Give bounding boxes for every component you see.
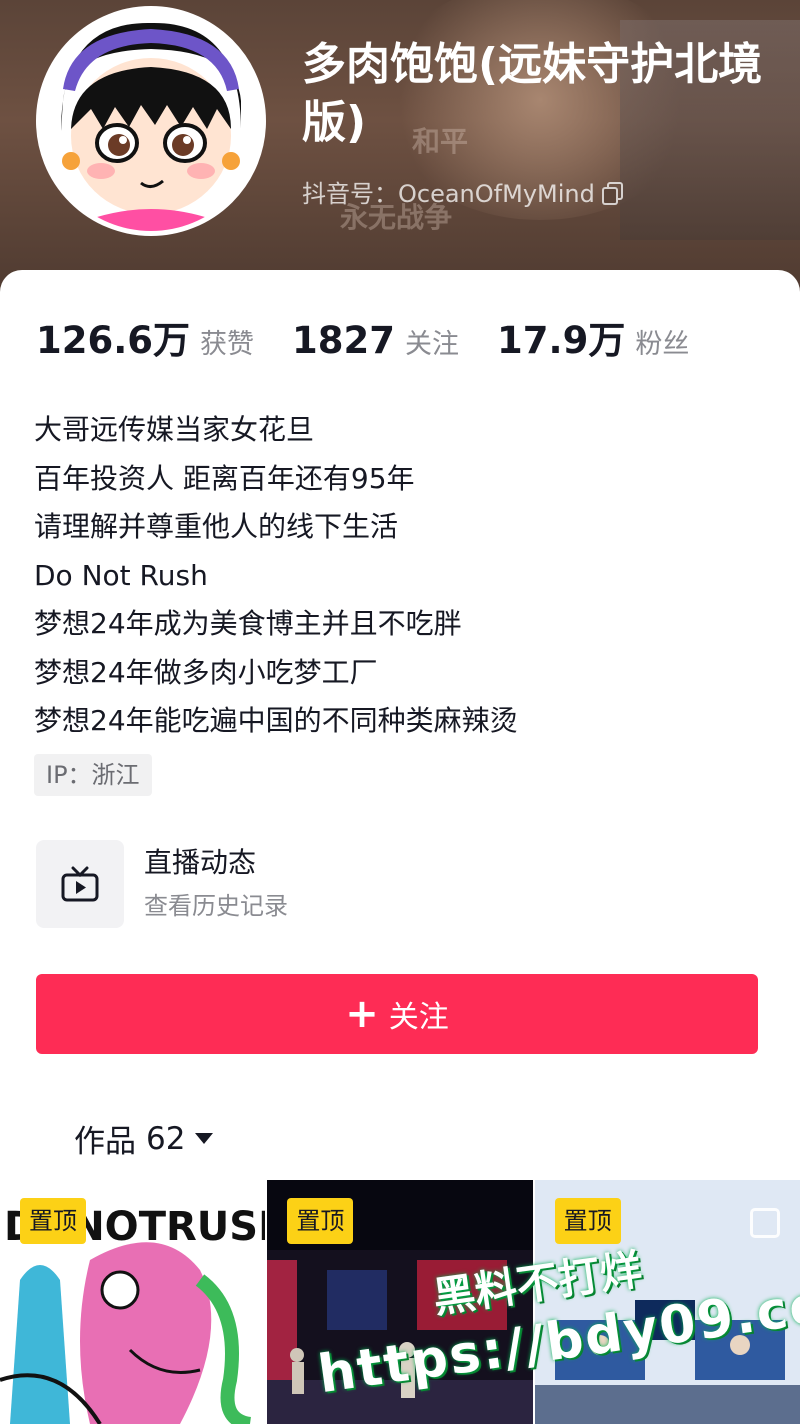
followers-label: 粉丝 xyxy=(635,329,690,360)
pinned-badge: 置顶 xyxy=(20,1198,86,1244)
multi-select-checkbox[interactable] xyxy=(749,1208,780,1238)
live-title: 直播动态 xyxy=(144,846,257,879)
pinned-badge: 置顶 xyxy=(554,1198,621,1244)
works-count: 62 xyxy=(146,1120,186,1157)
followers-stat[interactable]: 17.9万 粉丝 xyxy=(497,310,689,364)
profile-bio: 大哥远传媒当家女花旦 百年投资人 距离百年还有95年 请理解并尊重他人的线下生活… xyxy=(34,406,774,746)
likes-stat[interactable]: 126.6万 获赞 xyxy=(36,310,254,364)
bio-line: 请理解并尊重他人的线下生活 xyxy=(34,510,399,543)
video-thumbnail[interactable]: 置顶 xyxy=(534,1180,800,1424)
tab-works[interactable]: 作品 62 xyxy=(74,1116,214,1161)
bio-line: 梦想24年成为美食博主并且不吃胖 xyxy=(34,607,462,640)
follow-button[interactable]: + 关注 xyxy=(36,974,758,1054)
following-label: 关注 xyxy=(405,329,460,360)
caret-down-icon xyxy=(195,1133,214,1144)
profile-nickname: 多肉饱饱(远妹守护北境版) xyxy=(302,39,763,148)
profile-card: 126.6万 获赞 1827 关注 17.9万 粉丝 大哥远传媒当家女花旦 百年… xyxy=(0,270,800,1424)
likes-count: 126.6万 xyxy=(36,319,191,362)
bio-line: 大哥远传媒当家女花旦 xyxy=(34,413,315,446)
copy-icon[interactable] xyxy=(601,181,623,205)
video-thumbnail[interactable]: DONOTRUSH 置顶 xyxy=(0,1180,266,1424)
live-subtitle: 查看历史记录 xyxy=(144,892,288,920)
following-stat[interactable]: 1827 关注 xyxy=(292,319,459,362)
works-label: 作品 xyxy=(74,1124,136,1160)
douyin-id[interactable]: 抖音号：OceanOfMyMind xyxy=(302,174,623,209)
douyin-id-text: 抖音号：OceanOfMyMind xyxy=(302,180,595,208)
following-count: 1827 xyxy=(292,319,396,362)
pinned-badge: 置顶 xyxy=(287,1198,354,1244)
bio-line: 梦想24年能吃遍中国的不同种类麻辣烫 xyxy=(34,704,518,737)
works-grid: DONOTRUSH 置顶 置顶 置顶 xyxy=(0,1180,800,1424)
plus-icon: + xyxy=(345,991,379,1037)
avatar-illustration xyxy=(41,11,261,231)
live-icon-container xyxy=(36,840,124,928)
likes-label: 获赞 xyxy=(200,329,255,360)
bio-line: Do Not Rush xyxy=(34,558,208,592)
profile-stats: 126.6万 获赞 1827 关注 17.9万 粉丝 xyxy=(36,310,727,364)
followers-count: 17.9万 xyxy=(497,319,626,362)
avatar[interactable] xyxy=(36,6,266,236)
tv-icon xyxy=(61,866,99,902)
bio-line: 梦想24年做多肉小吃梦工厂 xyxy=(34,655,378,689)
ip-location-tag: IP：浙江 xyxy=(34,754,152,796)
follow-button-label: 关注 xyxy=(388,1000,449,1035)
live-history-entry[interactable]: 直播动态 查看历史记录 xyxy=(36,840,288,928)
bio-line: 百年投资人 距离百年还有95年 xyxy=(34,461,415,495)
video-thumbnail[interactable]: 置顶 xyxy=(267,1180,533,1424)
